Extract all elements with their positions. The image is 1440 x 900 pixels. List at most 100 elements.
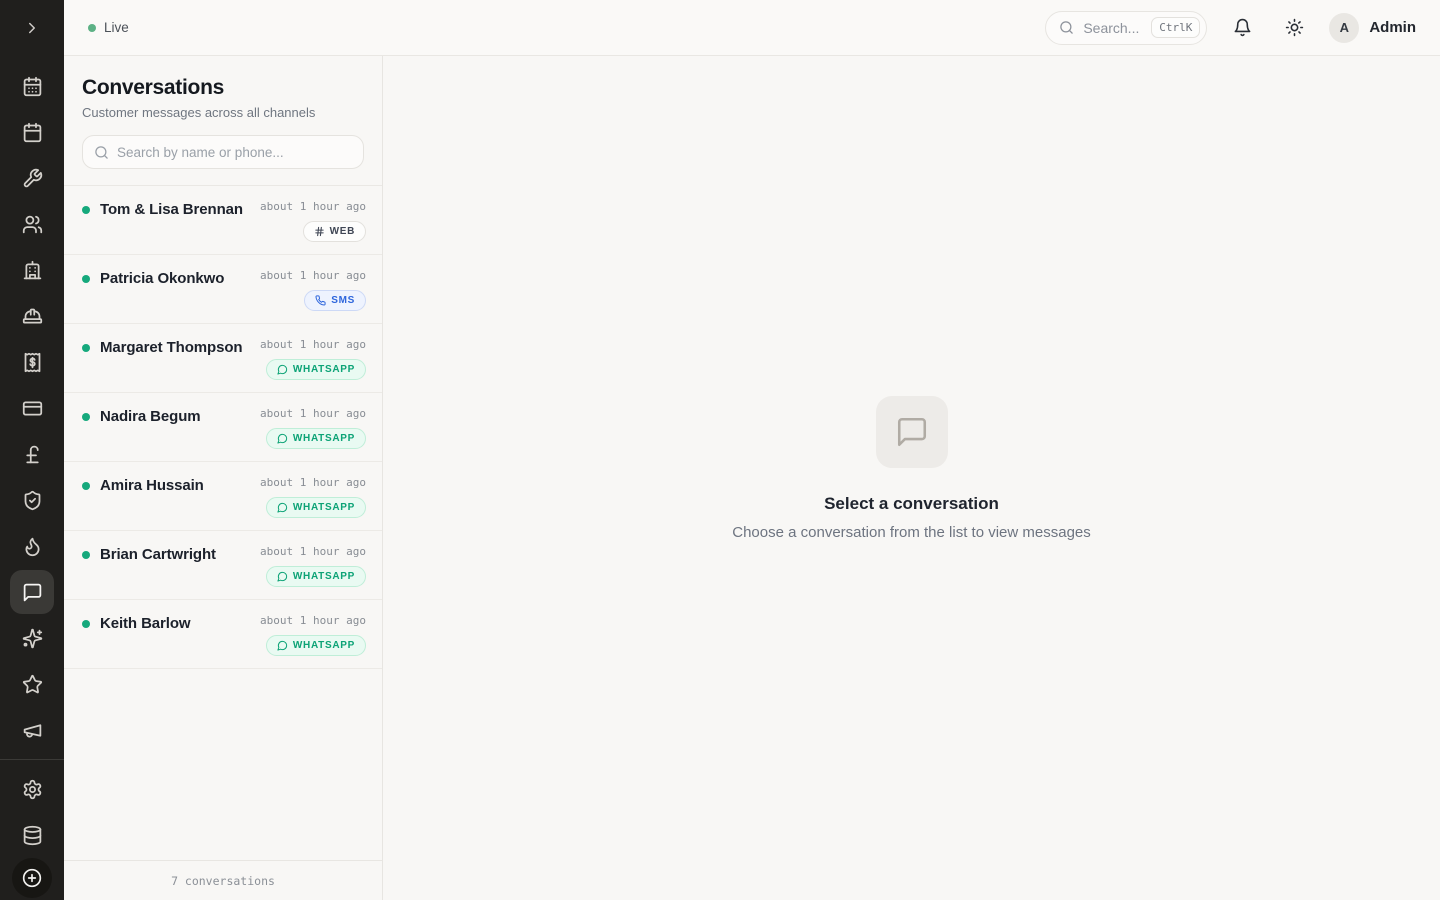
conversation-timestamp: about 1 hour ago — [260, 614, 366, 627]
nav-settings[interactable] — [10, 766, 54, 812]
channel-badge: WEB — [303, 221, 366, 242]
page-title: Conversations — [82, 76, 364, 100]
nav-site-work[interactable] — [10, 293, 54, 339]
nav-invoices[interactable] — [10, 339, 54, 385]
online-status-dot — [82, 620, 90, 628]
conversation-name: Patricia Okonkwo — [100, 270, 224, 287]
empty-state-title: Select a conversation — [824, 494, 999, 514]
user-menu[interactable]: A Admin — [1329, 13, 1416, 43]
conversation-row[interactable]: Nadira Begum about 1 hour ago WHATSAPP — [64, 393, 382, 462]
channel-badge-label: WHATSAPP — [293, 502, 355, 513]
main-column: Live Search... CtrlK A Admin Conversa — [64, 0, 1440, 900]
sun-icon — [1285, 18, 1304, 37]
nav-payments[interactable] — [10, 385, 54, 431]
conversation-search-input[interactable] — [117, 145, 352, 160]
conversation-timestamp: about 1 hour ago — [260, 476, 366, 489]
page-subtitle: Customer messages across all channels — [82, 105, 364, 120]
online-status-dot — [82, 344, 90, 352]
channel-badge: WHATSAPP — [266, 359, 366, 380]
conversation-name: Margaret Thompson — [100, 339, 242, 356]
empty-state-icon-box — [876, 396, 948, 468]
conversations-panel: Conversations Customer messages across a… — [64, 56, 383, 900]
conversation-name: Tom & Lisa Brennan — [100, 201, 243, 218]
megaphone-icon — [22, 720, 43, 741]
conversation-name: Amira Hussain — [100, 477, 204, 494]
conversation-row[interactable]: Patricia Okonkwo about 1 hour ago SMS — [64, 255, 382, 324]
bell-icon — [1233, 18, 1252, 37]
sidebar-expand-button[interactable] — [0, 0, 64, 56]
conversation-row[interactable]: Keith Barlow about 1 hour ago WHATSAPP — [64, 600, 382, 669]
message-circle-icon — [277, 433, 288, 444]
message-square-icon — [895, 415, 929, 449]
calendar-icon — [22, 122, 43, 143]
chevron-right-icon — [23, 19, 41, 37]
nav-pricing[interactable] — [10, 431, 54, 477]
conversation-name: Nadira Begum — [100, 408, 201, 425]
receipt-dollar-icon — [22, 352, 43, 373]
flame-icon — [22, 536, 43, 557]
nav-calendar-days[interactable] — [10, 63, 54, 109]
conversation-detail-area: Select a conversation Choose a conversat… — [383, 56, 1440, 900]
notifications-button[interactable] — [1225, 11, 1259, 45]
search-icon — [1059, 20, 1074, 35]
nav-reviews[interactable] — [10, 661, 54, 707]
user-name: Admin — [1369, 19, 1416, 36]
nav-calendar[interactable] — [10, 109, 54, 155]
nav-marketing[interactable] — [10, 707, 54, 753]
nav-jobs[interactable] — [10, 155, 54, 201]
search-shortcut-badge: CtrlK — [1151, 17, 1200, 38]
avatar: A — [1329, 13, 1359, 43]
channel-badge: SMS — [304, 290, 366, 311]
conversation-timestamp: about 1 hour ago — [260, 338, 366, 351]
nav-automations[interactable] — [10, 615, 54, 661]
nav-customers[interactable] — [10, 201, 54, 247]
nav-office[interactable] — [10, 247, 54, 293]
conversations-panel-header: Conversations Customer messages across a… — [64, 56, 382, 185]
message-square-icon — [22, 582, 43, 603]
theme-toggle-button[interactable] — [1277, 11, 1311, 45]
wrench-icon — [22, 168, 43, 189]
live-status-dot — [88, 24, 96, 32]
gear-icon — [22, 779, 43, 800]
live-status-label: Live — [104, 20, 129, 35]
nav-warranty[interactable] — [10, 477, 54, 523]
pound-sterling-icon — [22, 444, 43, 465]
channel-badge: WHATSAPP — [266, 428, 366, 449]
plus-circle-icon — [22, 868, 42, 888]
shield-check-icon — [22, 490, 43, 511]
office-icon — [22, 260, 43, 281]
online-status-dot — [82, 551, 90, 559]
message-circle-icon — [277, 571, 288, 582]
global-search-label: Search... — [1083, 20, 1142, 36]
conversation-row[interactable]: Margaret Thompson about 1 hour ago WHATS… — [64, 324, 382, 393]
channel-badge-label: WHATSAPP — [293, 640, 355, 651]
star-icon — [22, 674, 43, 695]
create-new-button[interactable] — [12, 858, 52, 898]
nav-data[interactable] — [10, 812, 54, 858]
message-circle-icon — [277, 364, 288, 375]
sparkles-icon — [22, 628, 43, 649]
live-status: Live — [88, 20, 129, 35]
nav-conversations[interactable] — [10, 570, 54, 614]
channel-badge-label: WEB — [330, 226, 355, 237]
message-circle-icon — [277, 502, 288, 513]
conversation-name: Keith Barlow — [100, 615, 190, 632]
conversation-timestamp: about 1 hour ago — [260, 200, 366, 213]
channel-badge-label: WHATSAPP — [293, 571, 355, 582]
phone-icon — [315, 295, 326, 306]
global-search-button[interactable]: Search... CtrlK — [1045, 11, 1207, 45]
app-rail — [0, 0, 64, 900]
conversation-row[interactable]: Brian Cartwright about 1 hour ago WHATSA… — [64, 531, 382, 600]
nav-heating[interactable] — [10, 523, 54, 569]
conversation-timestamp: about 1 hour ago — [260, 407, 366, 420]
online-status-dot — [82, 206, 90, 214]
message-circle-icon — [277, 640, 288, 651]
rail-divider — [0, 759, 64, 760]
conversation-row[interactable]: Amira Hussain about 1 hour ago WHATSAPP — [64, 462, 382, 531]
conversation-row[interactable]: Tom & Lisa Brennan about 1 hour ago WEB — [64, 186, 382, 255]
channel-badge: WHATSAPP — [266, 566, 366, 587]
rail-nav — [0, 56, 64, 858]
channel-badge-label: WHATSAPP — [293, 433, 355, 444]
conversation-name: Brian Cartwright — [100, 546, 216, 563]
online-status-dot — [82, 275, 90, 283]
